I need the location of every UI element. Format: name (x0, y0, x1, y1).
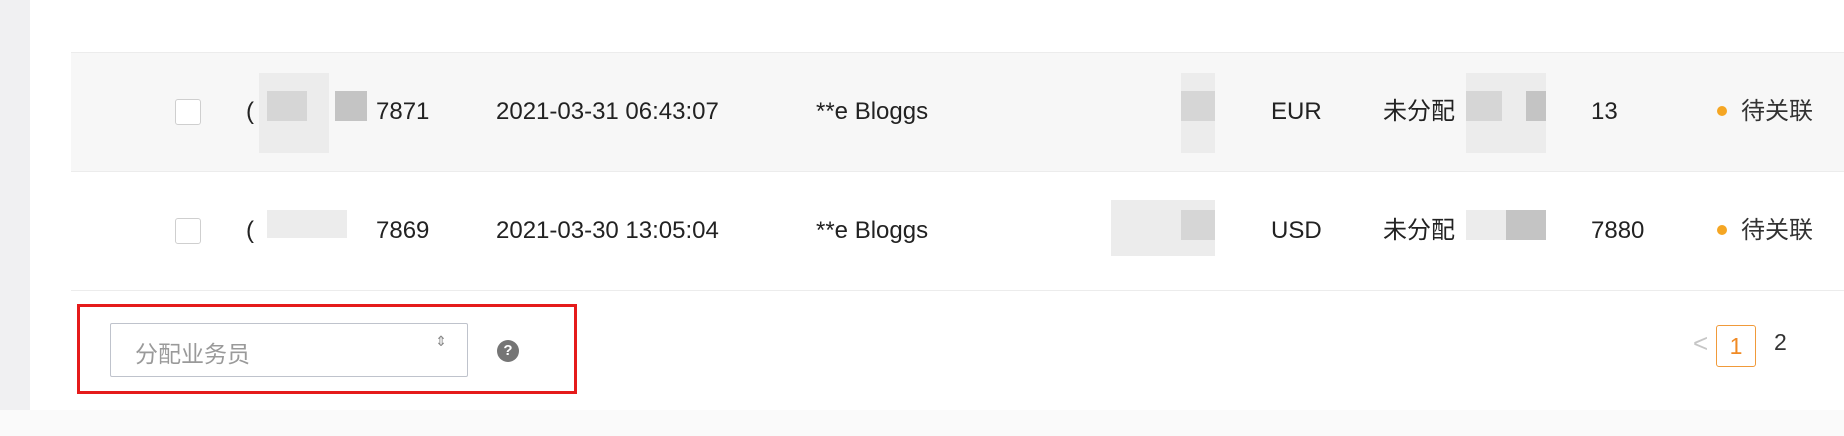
status-dot-icon (1717, 105, 1727, 116)
order-number-prefix: ( (246, 98, 254, 125)
chevron-left-icon[interactable]: < (1693, 328, 1708, 359)
table-row[interactable]: ( 7871 2021-03-31 06:43:07 **e Bloggs EU… (71, 52, 1844, 171)
table-row[interactable]: ( 7869 2021-03-30 13:05:04 **e Bloggs US… (71, 171, 1844, 291)
redacted-order-number (335, 91, 367, 121)
customer-name: **e Bloggs (816, 217, 929, 244)
redacted-amount (1181, 210, 1215, 240)
status-dot-icon (1717, 224, 1727, 235)
currency: USD (1271, 217, 1322, 244)
order-number-prefix: ( (246, 217, 254, 244)
status-label: 待关联 (1741, 217, 1813, 244)
assignee: 未分配 (1383, 98, 1455, 125)
order-date: 2021-03-30 13:05:04 (496, 217, 719, 244)
redacted-amount (1466, 210, 1506, 240)
currency: EUR (1271, 98, 1322, 125)
redacted-amount (1526, 91, 1546, 121)
page-current[interactable]: 1 (1716, 325, 1756, 367)
sort-arrows-icon: ⇕ (435, 333, 447, 349)
row-checkbox[interactable] (175, 99, 201, 125)
select-placeholder: 分配业务员 (135, 341, 250, 367)
bottom-band (0, 410, 1844, 436)
redacted-amount (1506, 210, 1546, 240)
assign-salesperson-select[interactable]: 分配业务员 ⇕ (110, 323, 468, 377)
redacted-order-number (267, 210, 347, 238)
redacted-order-number (267, 91, 307, 121)
table-footer: 分配业务员 ⇕ ? < 1 2 (0, 290, 1844, 410)
order-number-suffix: 7871 (376, 98, 430, 125)
status-label: 待关联 (1741, 98, 1813, 125)
amount-suffix: 13 (1591, 98, 1618, 125)
status-badge: 待关联 (1717, 96, 1813, 128)
status-badge: 待关联 (1717, 215, 1813, 247)
redacted-amount (1466, 91, 1502, 121)
order-number-suffix: 7869 (376, 217, 430, 244)
assignee: 未分配 (1383, 217, 1455, 244)
amount-suffix: 7880 (1591, 217, 1645, 244)
customer-name: **e Bloggs (816, 98, 929, 125)
order-date: 2021-03-31 06:43:07 (496, 98, 719, 125)
question-circle-icon[interactable]: ? (497, 340, 519, 362)
row-checkbox[interactable] (175, 218, 201, 244)
orders-table-screen: ( 7871 2021-03-31 06:43:07 **e Bloggs EU… (0, 0, 1844, 436)
page-2[interactable]: 2 (1774, 329, 1787, 356)
redacted-amount (1181, 91, 1215, 121)
